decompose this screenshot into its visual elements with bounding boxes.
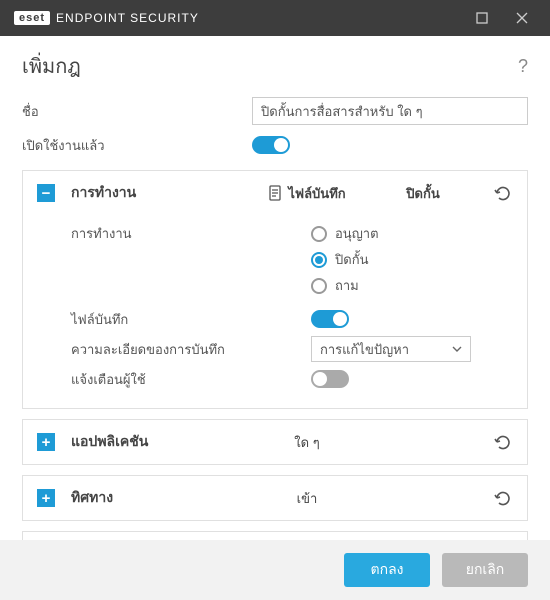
enabled-toggle[interactable] xyxy=(252,136,290,154)
expand-icon: + xyxy=(37,489,55,507)
enabled-label: เปิดใช้งานแล้ว xyxy=(22,135,252,156)
panel-application-value: ใด ๆ xyxy=(251,432,363,453)
cancel-button[interactable]: ยกเลิก xyxy=(442,553,528,587)
brand-text: ENDPOINT SECURITY xyxy=(56,11,199,25)
name-label: ชื่อ xyxy=(22,101,252,122)
header: เพิ่มกฎ ? xyxy=(0,36,550,92)
panel-direction-value: เข้า xyxy=(251,488,363,509)
action-radio-group: อนุญาต ปิดกั้น ถาม xyxy=(311,223,513,296)
panel-direction-header[interactable]: + ทิศทาง เข้า xyxy=(23,476,527,520)
action-label: การทำงาน xyxy=(71,223,311,244)
panels-container: − การทำงาน ไฟล์บันทึก ปิดกั้น การทำงาน อ… xyxy=(0,170,550,540)
radio-block[interactable]: ปิดกั้น xyxy=(311,249,513,270)
loglevel-label: ความละเอียดของการบันทึก xyxy=(71,339,311,360)
collapse-icon: − xyxy=(37,184,55,202)
log-toggle[interactable] xyxy=(311,310,349,328)
notify-label: แจ้งเตือนผู้ใช้ xyxy=(71,369,311,390)
notify-toggle[interactable] xyxy=(311,370,349,388)
page-title: เพิ่มกฎ xyxy=(22,50,81,82)
help-button[interactable]: ? xyxy=(518,56,528,77)
log-icon xyxy=(268,185,282,201)
brand: eset ENDPOINT SECURITY xyxy=(14,11,199,25)
ok-button[interactable]: ตกลง xyxy=(344,553,430,587)
radio-ask[interactable]: ถาม xyxy=(311,275,513,296)
name-input[interactable] xyxy=(252,97,528,125)
panel-direction-title: ทิศทาง xyxy=(71,487,251,509)
undo-button[interactable] xyxy=(483,185,513,201)
undo-button[interactable] xyxy=(483,434,513,450)
footer: ตกลง ยกเลิก xyxy=(0,540,550,600)
panel-operation-title: การทำงาน xyxy=(71,182,251,204)
expand-icon: + xyxy=(37,433,55,451)
radio-allow[interactable]: อนุญาต xyxy=(311,223,513,244)
panel-ip-protocol: + IP protocol TCP & UDP xyxy=(22,531,528,540)
panel-application-header[interactable]: + แอปพลิเคชัน ใด ๆ xyxy=(23,420,527,464)
undo-button[interactable] xyxy=(483,490,513,506)
chevron-down-icon xyxy=(452,346,462,352)
form-top: ชื่อ เปิดใช้งานแล้ว xyxy=(0,92,550,162)
col-log-header: ไฟล์บันทึก xyxy=(251,183,363,204)
titlebar: eset ENDPOINT SECURITY xyxy=(0,0,550,36)
panel-direction: + ทิศทาง เข้า xyxy=(22,475,528,521)
close-button[interactable] xyxy=(502,0,542,36)
loglevel-select[interactable]: การแก้ไขปัญหา xyxy=(311,336,471,362)
maximize-button[interactable] xyxy=(462,0,502,36)
col-block-header: ปิดกั้น xyxy=(363,183,483,204)
panel-application: + แอปพลิเคชัน ใด ๆ xyxy=(22,419,528,465)
brand-box: eset xyxy=(14,11,50,25)
panel-operation: − การทำงาน ไฟล์บันทึก ปิดกั้น การทำงาน อ… xyxy=(22,170,528,409)
panel-application-title: แอปพลิเคชัน xyxy=(71,431,251,453)
log-label: ไฟล์บันทึก xyxy=(71,309,311,330)
panel-operation-header[interactable]: − การทำงาน ไฟล์บันทึก ปิดกั้น xyxy=(23,171,527,215)
panel-ip-protocol-header[interactable]: + IP protocol TCP & UDP xyxy=(23,532,527,540)
